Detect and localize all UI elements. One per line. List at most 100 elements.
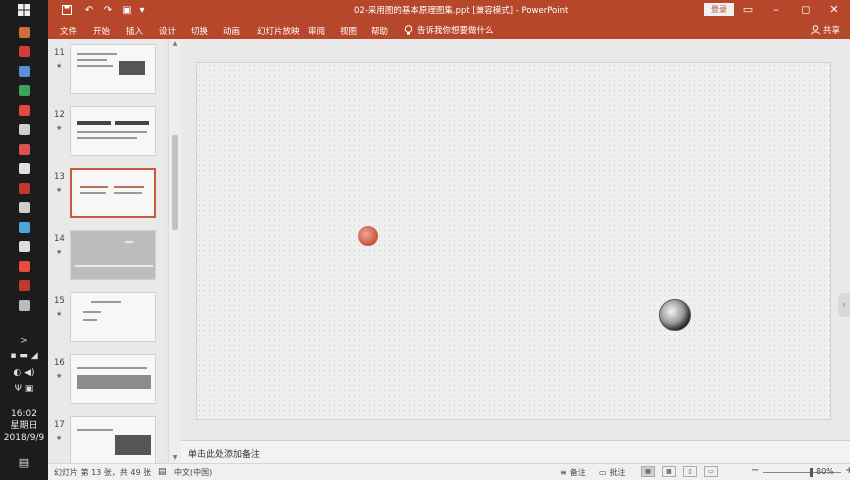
close-icon[interactable]: ✕ <box>822 3 846 17</box>
app-icon[interactable] <box>12 297 36 313</box>
red-sphere-object[interactable] <box>358 226 378 246</box>
slide-thumbnail-15[interactable]: 15 ★ <box>48 292 166 352</box>
tab-transitions[interactable]: 切换 <box>191 25 208 37</box>
comments-button[interactable]: ▭ 批注 <box>599 467 626 478</box>
app-icon[interactable] <box>12 83 36 99</box>
notes-button-label: 备注 <box>569 468 586 477</box>
scrollbar-thumb[interactable] <box>172 135 178 230</box>
tray-icons-row-1[interactable]: ▪ ▬ ◢ <box>0 351 48 361</box>
app-icon-glyph <box>18 124 30 135</box>
tab-review[interactable]: 审阅 <box>308 25 325 37</box>
zoom-in-icon[interactable]: + <box>845 465 850 476</box>
tab-slide-show[interactable]: 幻灯片放映 <box>257 25 300 37</box>
animation-star-icon: ★ <box>56 372 63 380</box>
taskbar-clock[interactable]: 16:02 星期日 2018/9/9 <box>0 408 48 444</box>
app-icon-glyph <box>18 280 30 291</box>
notes-pane[interactable]: 单击此处添加备注 <box>181 440 850 463</box>
windows-taskbar: > ▪ ▬ ◢ ◐ ◀) Ψ ▣ 16:02 星期日 2018/9/9 ▤ <box>0 0 48 480</box>
slide-thumbnail-16[interactable]: 16 ★ <box>48 354 166 414</box>
ribbon-display-options-icon[interactable]: ▭ <box>736 3 760 17</box>
animation-star-icon: ★ <box>56 434 63 442</box>
app-icon[interactable] <box>12 239 36 255</box>
tray-icons-row-3[interactable]: Ψ ▣ <box>0 384 48 394</box>
slide-number: 16 <box>54 358 65 368</box>
undo-icon[interactable]: ↶ <box>80 3 98 17</box>
app-icon-glyph <box>18 260 30 272</box>
slide-thumbnail-image <box>70 230 156 280</box>
scroll-up-icon[interactable]: ▲ <box>169 39 181 49</box>
tray-icons-row-2[interactable]: ◐ ◀) <box>0 368 48 378</box>
app-icon[interactable] <box>12 258 36 274</box>
thumbnail-scrollbar[interactable]: ▲ ▼ <box>168 39 181 463</box>
app-icon-glyph <box>18 143 30 155</box>
zoom-level[interactable]: 80% <box>816 467 834 476</box>
app-icon-glyph <box>18 202 30 213</box>
current-slide-canvas[interactable] <box>196 62 831 420</box>
save-icon[interactable] <box>60 3 74 17</box>
app-icon[interactable] <box>12 278 36 294</box>
tray-expand-chevron-icon[interactable]: > <box>0 336 48 346</box>
share-label: 共享 <box>823 26 841 36</box>
pane-toggle-handle[interactable]: ‹ <box>838 293 850 317</box>
tell-me-box[interactable]: 告诉我你想要做什么 <box>404 24 494 36</box>
notes-placeholder: 单击此处添加备注 <box>188 450 261 460</box>
tab-help[interactable]: 帮助 <box>371 25 388 37</box>
slide-thumbnail-11[interactable]: 11 ★ <box>48 44 166 104</box>
animation-star-icon: ★ <box>56 62 63 70</box>
title-bar: ↶ ↷ ▣ ▾ 02-采用图的基本原理图集.ppt [兼容模式] - Power… <box>48 0 850 20</box>
slide-thumbnail-12[interactable]: 12 ★ <box>48 106 166 166</box>
from-beginning-icon[interactable]: ▣ <box>120 3 134 17</box>
app-icon[interactable] <box>12 180 36 196</box>
slide-thumbnail-14[interactable]: 14 ★ <box>48 230 166 290</box>
scroll-down-icon[interactable]: ▼ <box>169 453 181 463</box>
slide-thumbnail-13[interactable]: 13 ★ <box>48 168 166 228</box>
app-icon[interactable] <box>12 141 36 157</box>
app-icon[interactable] <box>12 200 36 216</box>
tab-file[interactable]: 文件 <box>60 25 77 37</box>
app-icon[interactable] <box>12 122 36 138</box>
reading-view-icon[interactable]: ▯ <box>683 466 697 477</box>
zoom-out-icon[interactable]: − <box>751 465 759 476</box>
customize-qat-icon[interactable]: ▾ <box>136 3 148 17</box>
slide-number: 15 <box>54 296 65 306</box>
globe-object[interactable] <box>659 299 691 331</box>
normal-view-icon[interactable]: ▦ <box>641 466 655 477</box>
tab-home[interactable]: 开始 <box>93 25 110 37</box>
notification-center-icon[interactable]: ▤ <box>0 456 48 469</box>
app-icon-glyph <box>18 241 30 252</box>
windows-logo-icon[interactable] <box>12 2 36 18</box>
app-icon[interactable] <box>12 63 36 79</box>
app-icon[interactable] <box>12 44 36 60</box>
app-icon[interactable] <box>12 219 36 235</box>
tab-view[interactable]: 视图 <box>340 25 357 37</box>
redo-icon[interactable]: ↷ <box>100 3 116 17</box>
slide-thumbnail-image <box>70 106 156 156</box>
tab-design[interactable]: 设计 <box>159 25 176 37</box>
slide-number: 13 <box>54 172 65 182</box>
spell-check-icon[interactable]: ▤ <box>158 467 167 477</box>
share-button[interactable]: 共享 <box>811 24 840 36</box>
app-icon-glyph <box>18 163 30 174</box>
slide-number: 12 <box>54 110 65 120</box>
slide-show-icon[interactable]: ▭ <box>704 466 718 477</box>
app-icon-glyph <box>18 299 30 311</box>
maximize-icon[interactable]: ◻ <box>794 3 818 17</box>
zoom-slider-thumb[interactable] <box>810 468 813 477</box>
slide-count-status: 幻灯片 第 13 张，共 49 张 <box>54 468 152 477</box>
slide-thumbnail-image <box>70 44 156 94</box>
clock-weekday: 星期日 <box>10 421 38 431</box>
slide-sorter-icon[interactable]: ▩ <box>662 466 676 477</box>
tab-animations[interactable]: 动画 <box>223 25 240 37</box>
language-status[interactable]: 中文(中国) <box>174 467 212 478</box>
animation-star-icon: ★ <box>56 248 63 256</box>
login-button[interactable]: 登录 <box>704 3 734 16</box>
file-explorer-icon[interactable] <box>12 24 36 40</box>
notes-button[interactable]: ≡ 备注 <box>560 467 586 478</box>
minimize-icon[interactable]: – <box>764 3 788 17</box>
app-icon[interactable] <box>12 161 36 177</box>
app-icon[interactable] <box>12 102 36 118</box>
tab-insert[interactable]: 插入 <box>126 25 143 37</box>
clock-date: 2018/9/9 <box>3 433 45 443</box>
slide-thumbnail-image-selected <box>70 168 156 218</box>
clock-time: 16:02 <box>11 409 37 419</box>
